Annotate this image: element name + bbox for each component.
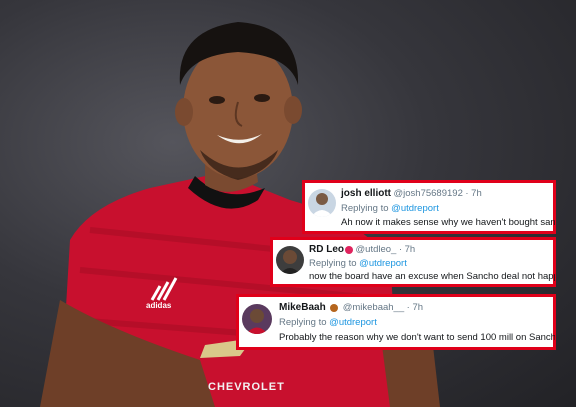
reply-to-link[interactable]: @utdreport [391,203,439,214]
jersey-sponsor-text: CHEVROLET [208,381,285,393]
timestamp[interactable]: · 7h [407,302,423,313]
reply-to-link[interactable]: @utdreport [329,317,377,328]
avatar[interactable] [276,246,304,274]
user-handle[interactable]: @utdleo_ [356,244,397,255]
reply-to-link[interactable]: @utdreport [359,258,407,269]
tweet-card[interactable]: RD Leo @utdleo_ · 7h Replying to @utdrep… [270,237,556,287]
user-handle[interactable]: @josh75689192 [394,188,463,199]
tweet-card[interactable]: MikeBaah @mikebaah__ · 7h Replying to @u… [236,294,556,350]
replying-label: Replying to [279,317,330,328]
user-handle[interactable]: @mikebaah__ [343,302,404,313]
replying-label: Replying to [341,203,392,214]
replying-label: Replying to [309,258,360,269]
avatar[interactable] [308,189,336,217]
tweet-text: now the board have an excuse when Sancho… [309,271,555,282]
avatar[interactable] [242,304,272,334]
user-name[interactable]: RD Leo [309,244,344,255]
timestamp[interactable]: · 7h [399,244,415,255]
user-name[interactable]: MikeBaah [279,302,326,313]
timestamp[interactable]: · 7h [465,188,481,199]
tweet-card[interactable]: josh elliott @josh75689192 · 7h Replying… [302,180,556,234]
user-name[interactable]: josh elliott [341,188,391,199]
red-circle-icon [345,245,353,254]
profile-emoji-icon [330,303,339,312]
jersey-brand-text: adidas [146,301,172,310]
tweet-text: Ah now it makes sense why we haven't bou… [341,217,555,228]
tweet-text: Probably the reason why we don't want to… [279,332,555,343]
